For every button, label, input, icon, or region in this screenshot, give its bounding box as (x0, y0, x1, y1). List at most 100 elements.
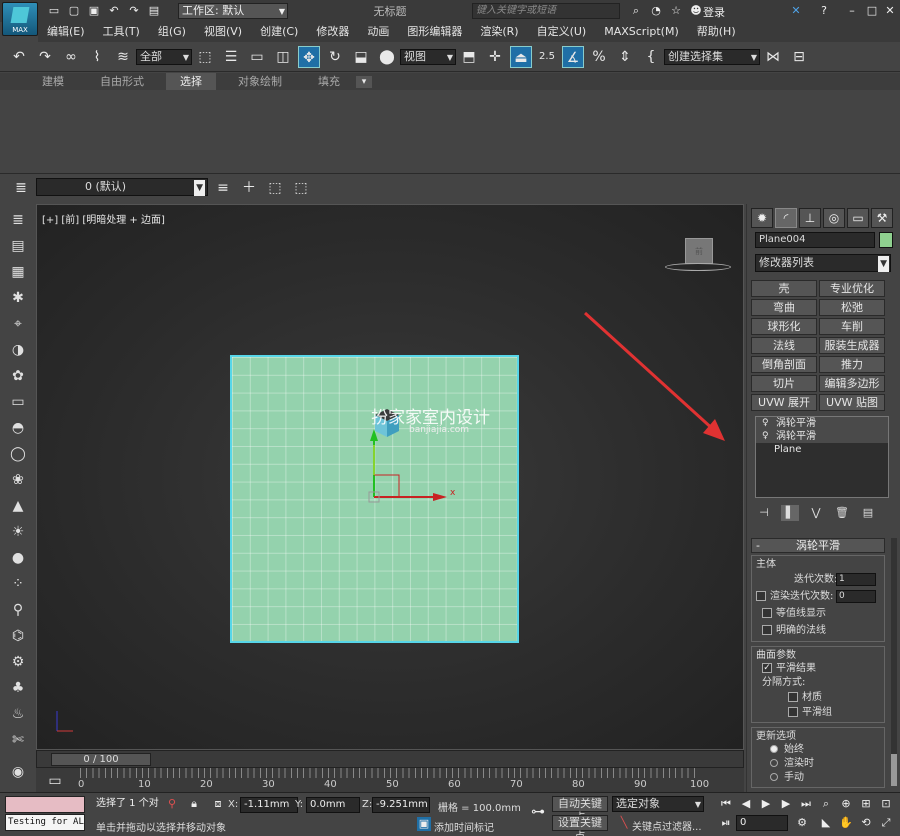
stack-item[interactable]: ♀ 涡轮平滑 (756, 417, 888, 430)
tab-modeling[interactable]: 建模 (28, 73, 78, 90)
display-tab-icon[interactable]: ▭ (847, 208, 869, 228)
modifier-pro-optimizer-button[interactable]: 专业优化 (819, 280, 885, 297)
next-frame-icon[interactable]: ▶ (779, 797, 793, 811)
material-checkbox[interactable] (788, 692, 798, 702)
particles-icon[interactable]: ✿ (7, 366, 29, 386)
key-filter-select[interactable]: 选定对象 (612, 796, 704, 812)
when-rendering-radio[interactable] (770, 759, 778, 767)
save-icon[interactable]: ▣ (87, 4, 101, 18)
go-to-start-icon[interactable]: ⏮ (719, 797, 733, 811)
modifier-uvw-unwrap-button[interactable]: UVW 展开 (751, 394, 817, 411)
box-primitive-icon[interactable]: ▭ (7, 392, 29, 412)
modifier-garment-maker-button[interactable]: 服装生成器 (819, 337, 885, 354)
plant-icon[interactable]: ♣ (7, 678, 29, 698)
sun-icon[interactable]: ☀ (7, 522, 29, 542)
modifier-bend-button[interactable]: 弯曲 (751, 299, 817, 316)
menu-tools[interactable]: 工具(T) (94, 22, 149, 42)
snaps-toggle-icon[interactable]: 2.5 (536, 46, 558, 68)
stack-item[interactable]: ♀ 涡轮平滑 (756, 430, 888, 443)
time-slider-thumb[interactable]: 0 / 100 (51, 753, 151, 766)
previous-frame-icon[interactable]: ◀ (739, 797, 753, 811)
bind-space-warp-icon[interactable]: ≋ (112, 46, 134, 68)
menu-group[interactable]: 组(G) (149, 22, 195, 42)
track-bar-toggle-icon[interactable]: ▭ (44, 770, 66, 792)
modifier-uvw-map-button[interactable]: UVW 贴图 (819, 394, 885, 411)
go-to-end-icon[interactable]: ⏭ (799, 797, 813, 811)
viewport-label[interactable]: [+] [前] [明暗处理 + 边面] (42, 211, 165, 226)
menu-edit[interactable]: 编辑(E) (38, 22, 94, 42)
selection-lock-icon[interactable]: 🔒︎ (187, 797, 201, 811)
cone-icon[interactable]: ▲ (7, 496, 29, 516)
favorites-star-icon[interactable]: ☆ (669, 4, 683, 18)
new-file-icon[interactable]: ▭ (47, 4, 61, 18)
menu-maxscript[interactable]: MAXScript(M) (595, 22, 688, 42)
menu-create[interactable]: 创建(C) (251, 22, 307, 42)
maxscript-listener-input[interactable]: Testing for ALL (5, 814, 85, 831)
minimize-icon[interactable]: – (845, 4, 859, 18)
remove-modifier-icon[interactable]: 🗑︎ (833, 505, 851, 521)
open-file-icon[interactable]: ▢ (67, 4, 81, 18)
redo-icon[interactable]: ↷ (34, 46, 56, 68)
modifier-spherify-button[interactable]: 球形化 (751, 318, 817, 335)
undo-icon[interactable]: ↶ (8, 46, 30, 68)
workspace-select[interactable]: 工作区: 默认 (178, 3, 288, 19)
select-and-rotate-icon[interactable]: ↻ (324, 46, 346, 68)
key-filters-button[interactable]: 关键点过滤器... (632, 818, 702, 833)
exchange-icon[interactable]: ✕ (789, 4, 803, 18)
modifier-shell-button[interactable]: 壳 (751, 280, 817, 297)
zoom-icon[interactable]: ⌕ (819, 797, 833, 811)
tab-selection[interactable]: 选择 (166, 73, 216, 90)
dome-icon[interactable]: ◓ (7, 418, 29, 438)
light-bulb-icon[interactable]: ♀ (762, 417, 769, 430)
orbit-icon[interactable]: ⟲ (859, 816, 873, 830)
select-manipulate-icon[interactable]: ✛ (484, 46, 506, 68)
menu-animation[interactable]: 动画 (358, 22, 398, 42)
named-selection-set-select[interactable]: 创建选择集 (664, 48, 760, 65)
zoom-extents-all-icon[interactable]: ⊡ (879, 797, 893, 811)
keyboard-shortcut-override-icon[interactable]: ⏏ (510, 45, 532, 68)
maxscript-listener-output[interactable] (5, 796, 85, 813)
smoothing-groups-checkbox[interactable] (788, 707, 798, 717)
select-objects-in-layer-icon[interactable]: ⬚ (290, 177, 312, 199)
molecule-icon[interactable]: ⚲ (7, 600, 29, 620)
maximize-icon[interactable]: □ (865, 4, 879, 18)
select-and-place-icon[interactable]: ⬤ (376, 46, 398, 68)
key-mode-icon[interactable]: ⏯ (719, 816, 733, 830)
z-coordinate-field[interactable]: -9.251mm (372, 797, 430, 813)
motion-tab-icon[interactable]: ◎ (823, 208, 845, 228)
communication-center-icon[interactable]: ◔ (649, 4, 663, 18)
dots-icon[interactable]: ⁘ (7, 574, 29, 594)
application-button[interactable]: MAX (2, 2, 38, 36)
menu-modifiers[interactable]: 修改器 (307, 22, 358, 42)
isolate-pin-icon[interactable]: ⚲ (165, 797, 179, 811)
set-key-button[interactable]: 设置关键点 (552, 815, 608, 836)
percent-snap-icon[interactable]: % (588, 46, 610, 68)
window-crossing-icon[interactable]: ◫ (272, 46, 294, 68)
add-time-tag[interactable]: 添加时间标记 (434, 819, 494, 834)
pin-stack-icon[interactable]: ⊣ (755, 505, 773, 521)
field-of-view-icon[interactable]: ◣ (819, 816, 833, 830)
create-tab-icon[interactable]: ✹ (751, 208, 773, 228)
modifier-slice-button[interactable]: 切片 (751, 375, 817, 392)
select-and-link-icon[interactable]: ∞ (60, 46, 82, 68)
command-panel-scrollbar[interactable] (891, 538, 897, 786)
menu-customize[interactable]: 自定义(U) (528, 22, 596, 42)
shell-icon[interactable]: ❀ (7, 470, 29, 490)
viewcube-compass-ring[interactable] (665, 263, 731, 271)
ball-icon[interactable]: ● (7, 548, 29, 568)
tab-populate[interactable]: 填充 (304, 73, 354, 90)
show-end-result-icon[interactable]: ▌ (781, 505, 799, 521)
table-icon[interactable]: ▦ (7, 262, 29, 282)
search-input[interactable]: 键入关键字或短语 (472, 3, 620, 19)
tab-object-paint[interactable]: 对象绘制 (224, 73, 296, 90)
project-folder-icon[interactable]: ▤ (147, 4, 161, 18)
manual-radio[interactable] (770, 773, 778, 781)
track-bar[interactable]: 0 10 20 30 40 50 60 70 80 90 100 (36, 768, 744, 792)
search-icon[interactable]: ⌕ (629, 4, 643, 18)
close-icon[interactable]: ✕ (883, 4, 897, 18)
current-frame-field[interactable]: 0 (736, 815, 788, 831)
zoom-extents-icon[interactable]: ⊞ (859, 797, 873, 811)
modifier-stack[interactable]: ♀ 涡轮平滑 ♀ 涡轮平滑 Plane (755, 416, 889, 498)
spinner-snap-icon[interactable]: ⇕ (614, 46, 636, 68)
maximize-viewport-icon[interactable]: ⤢ (879, 816, 893, 830)
